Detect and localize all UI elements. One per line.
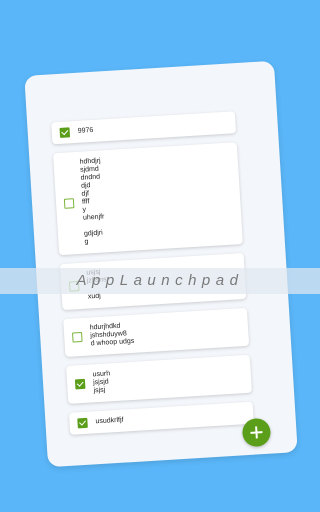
item-text: usurh jsjsjd jsjsj — [92, 370, 111, 395]
checkbox-checked[interactable] — [74, 378, 86, 390]
checkbox-checked[interactable] — [77, 417, 88, 429]
add-button[interactable] — [241, 417, 272, 448]
item-text: 9976 — [77, 126, 94, 135]
list-item[interactable]: usudkrlfjf — [68, 401, 254, 435]
checkbox-unchecked[interactable] — [72, 331, 83, 343]
watermark-banner: AppLaunchpad — [0, 268, 320, 294]
list-item[interactable]: hdurjhdkd jshshduyw8 d whoop udgs — [63, 307, 250, 358]
item-text: hdurjhdkd jshshduyw8 d whoop udgs — [89, 322, 135, 348]
item-text: usudkrlfjf — [95, 416, 124, 426]
watermark-text: AppLaunchpad — [76, 272, 244, 289]
checkbox-checked[interactable] — [59, 127, 71, 138]
checkbox-unchecked[interactable] — [63, 198, 75, 209]
list-item[interactable]: usurh jsjsjd jsjsj — [66, 354, 253, 404]
list-item[interactable]: hdhdjrj sjdmd dndnd djd djf ffff y uhenj… — [53, 142, 243, 256]
list-item[interactable]: 9976 — [51, 111, 237, 145]
item-text: hdhdjrj sjdmd dndnd djd djf ffff y uhenj… — [79, 157, 105, 246]
app-screen: 9976 hdhdjrj sjdmd dndnd djd djf ffff y … — [24, 60, 298, 468]
